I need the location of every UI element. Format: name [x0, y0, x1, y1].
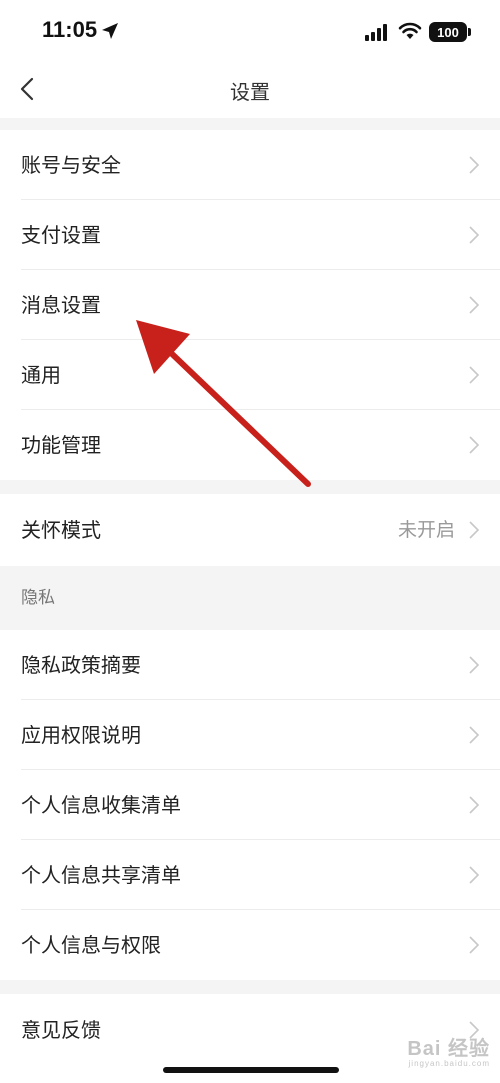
row-label: 意见反馈	[21, 1018, 101, 1042]
row-label: 消息设置	[21, 293, 101, 317]
section-gap	[0, 480, 500, 494]
chevron-right-icon	[469, 436, 480, 454]
chevron-right-icon	[469, 866, 480, 884]
page-title: 设置	[230, 80, 270, 104]
status-bar: 11:05 100	[0, 0, 500, 62]
row-care-mode[interactable]: 关怀模式 未开启	[0, 494, 500, 566]
watermark-url: jingyan.baidu.com	[408, 1059, 490, 1068]
row-label: 支付设置	[21, 223, 101, 247]
chevron-right-icon	[469, 366, 480, 384]
row-label: 功能管理	[21, 433, 101, 457]
chevron-right-icon	[469, 796, 480, 814]
baidu-jingyan-watermark: Bai 经验 jingyan.baidu.com	[407, 1032, 490, 1068]
chevron-right-icon	[469, 521, 480, 539]
row-privacy-policy-summary[interactable]: 隐私政策摘要	[0, 630, 500, 700]
row-general[interactable]: 通用	[0, 340, 500, 410]
row-personal-info-permissions[interactable]: 个人信息与权限	[0, 910, 500, 980]
row-label: 个人信息共享清单	[21, 863, 181, 887]
row-app-permissions[interactable]: 应用权限说明	[0, 700, 500, 770]
section-gap	[0, 118, 500, 130]
row-label: 通用	[21, 363, 61, 387]
nav-bar: 设置	[0, 62, 500, 118]
row-feature-management[interactable]: 功能管理	[0, 410, 500, 480]
battery-level: 100	[437, 24, 459, 40]
row-personal-info-collection[interactable]: 个人信息收集清单	[0, 770, 500, 840]
chevron-right-icon	[469, 226, 480, 244]
wifi-icon	[398, 22, 422, 39]
row-payment-settings[interactable]: 支付设置	[0, 200, 500, 270]
chevron-right-icon	[469, 936, 480, 954]
row-label: 关怀模式	[21, 518, 101, 542]
section-header-privacy: 隐私	[0, 566, 500, 630]
row-label: 个人信息与权限	[21, 933, 161, 957]
row-label: 隐私政策摘要	[21, 653, 141, 677]
section-gap	[0, 980, 500, 994]
care-mode-status: 未开启	[397, 519, 455, 541]
battery-cap	[468, 28, 471, 36]
row-label: 账号与安全	[21, 153, 121, 177]
row-label: 个人信息收集清单	[21, 793, 181, 817]
watermark-text: Bai 经验	[407, 1038, 490, 1060]
section-header-label: 隐私	[21, 588, 55, 608]
row-message-settings[interactable]: 消息设置	[0, 270, 500, 340]
chevron-right-icon	[469, 656, 480, 674]
battery-icon: 100	[429, 22, 467, 42]
home-indicator[interactable]	[163, 1067, 339, 1073]
chevron-right-icon	[469, 156, 480, 174]
cellular-signal-icon	[365, 24, 387, 41]
row-account-security[interactable]: 账号与安全	[0, 130, 500, 200]
row-personal-info-sharing[interactable]: 个人信息共享清单	[0, 840, 500, 910]
location-arrow-icon	[102, 23, 118, 39]
status-time: 11:05	[42, 17, 98, 42]
row-label: 应用权限说明	[21, 723, 141, 747]
chevron-right-icon	[469, 726, 480, 744]
chevron-right-icon	[469, 296, 480, 314]
